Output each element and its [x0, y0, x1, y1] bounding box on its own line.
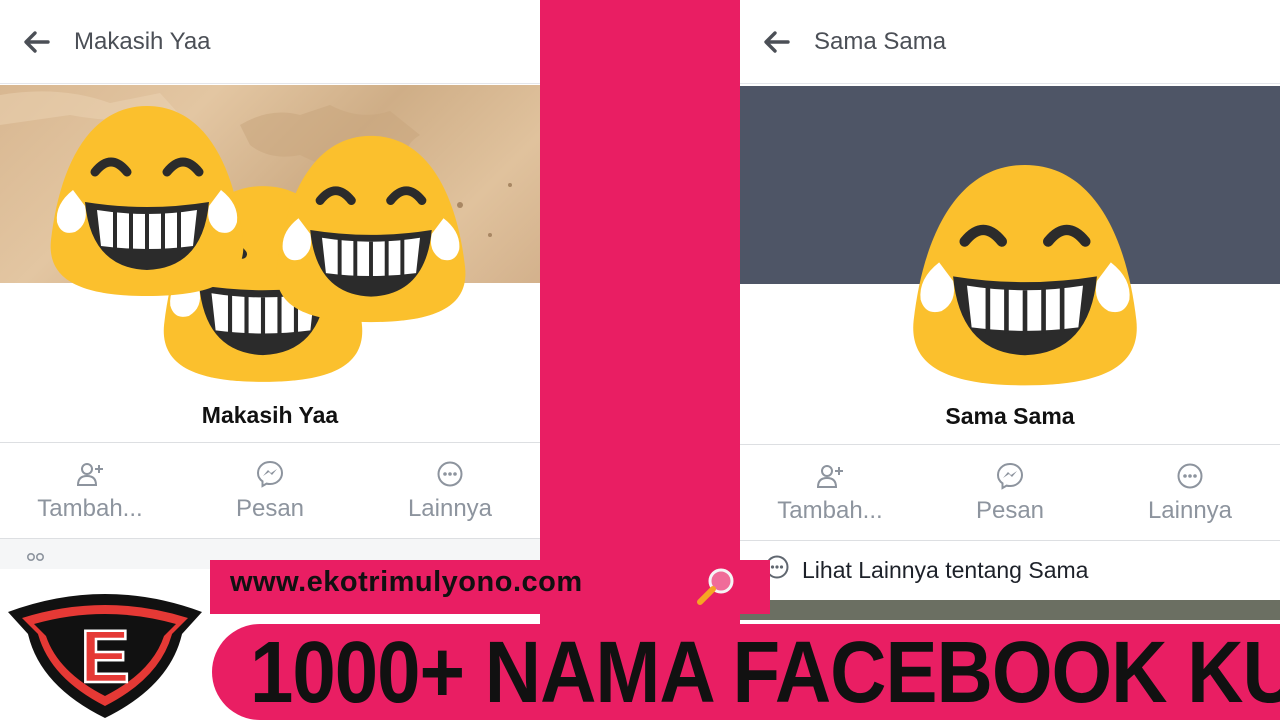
logo-letter: E	[80, 615, 129, 698]
laughing-emoji-icon	[36, 100, 258, 300]
messenger-icon	[996, 462, 1024, 490]
add-friend-label: Tambah...	[777, 497, 883, 524]
magnifier-icon	[697, 568, 734, 605]
more-button[interactable]: Lainnya	[360, 443, 540, 533]
laughing-emoji-icon	[262, 130, 480, 326]
see-more-label: Lihat Lainnya tentang Sama	[802, 557, 1089, 583]
add-friend-button[interactable]: Tambah...	[740, 445, 920, 535]
messenger-icon	[256, 460, 284, 488]
photo-strip	[740, 600, 1280, 620]
message-button[interactable]: Pesan	[920, 445, 1100, 535]
stage: Makasih Yaa Makasih Yaa Tambah... Pesan …	[0, 0, 1280, 720]
see-more-row[interactable]: Lihat Lainnya tentang Sama	[740, 540, 1280, 600]
header-title: Sama Sama	[814, 28, 947, 55]
profile-name: Sama Sama	[945, 403, 1075, 429]
banner-title: 1000+ NAMA FACEBOOK KUY	[250, 622, 1280, 720]
more-icon	[1177, 463, 1203, 489]
e-logo-icon: E	[8, 594, 202, 718]
friends-icon	[26, 552, 45, 562]
message-button[interactable]: Pesan	[180, 443, 360, 533]
website-url[interactable]: www.ekotrimulyono.com	[230, 566, 583, 599]
action-bar: Tambah... Pesan Lainnya	[740, 445, 1280, 535]
more-icon	[437, 461, 463, 487]
message-label: Pesan	[975, 497, 1045, 524]
back-arrow-icon[interactable]	[22, 30, 50, 54]
action-bar: Tambah... Pesan Lainnya	[0, 443, 540, 533]
header-title: Makasih Yaa	[74, 28, 211, 55]
more-label: Lainnya	[407, 495, 493, 522]
add-friend-icon	[76, 463, 103, 486]
right-profile-panel: Sama Sama Sama Sama Tambah... Pesan Lain…	[740, 0, 1280, 720]
more-button[interactable]: Lainnya	[1100, 445, 1280, 535]
message-label: Pesan	[235, 495, 305, 522]
add-friend-icon	[816, 465, 843, 488]
left-header: Makasih Yaa	[0, 0, 540, 84]
add-friend-button[interactable]: Tambah...	[0, 443, 180, 533]
add-friend-label: Tambah...	[37, 495, 143, 522]
back-arrow-icon[interactable]	[762, 30, 790, 54]
laughing-emoji-icon	[890, 158, 1160, 390]
profile-name: Makasih Yaa	[201, 402, 339, 428]
more-label: Lainnya	[1147, 497, 1233, 524]
right-header: Sama Sama	[740, 0, 1280, 84]
